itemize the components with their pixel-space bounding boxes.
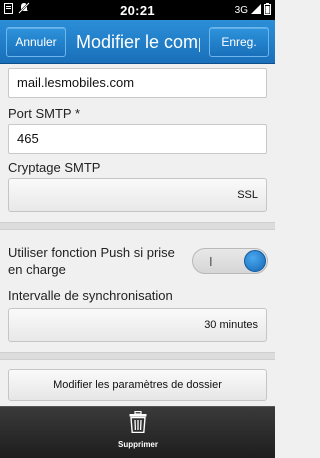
status-right-icons: 3G: [235, 0, 271, 20]
smtp-encryption-dropdown[interactable]: SSL: [8, 178, 267, 212]
battery-icon: [264, 2, 271, 18]
action-bar: Supprimer: [0, 406, 275, 458]
save-button[interactable]: Enreg.: [209, 27, 269, 57]
push-label-line1: Utiliser fonction Push si prise: [8, 245, 175, 260]
toggle-on-mark: I: [209, 254, 213, 269]
toggle-knob: [244, 250, 266, 272]
delete-label: Supprimer: [117, 440, 158, 449]
page-title: Modifier le comp: [76, 32, 200, 52]
cancel-button[interactable]: Annuler: [6, 27, 66, 57]
smtp-port-label: Port SMTP *: [8, 106, 81, 121]
signal-icon: [251, 3, 261, 17]
push-toggle[interactable]: I: [192, 248, 268, 274]
push-label-line2: en charge: [8, 262, 66, 277]
network-type: 3G: [234, 4, 248, 16]
edit-folder-settings-button[interactable]: Modifier les paramètres de dossier: [8, 369, 267, 401]
smtp-server-field[interactable]: mail.lesmobiles.com: [8, 68, 267, 98]
delete-button[interactable]: Supprimer: [113, 410, 163, 455]
smtp-port-field[interactable]: 465: [8, 124, 267, 154]
section-divider-2: [0, 352, 275, 360]
title-bar: Annuler Modifier le comp Enreg.: [0, 20, 275, 64]
trash-icon: [129, 410, 147, 438]
smtp-encryption-label: Cryptage SMTP: [8, 160, 101, 175]
sync-interval-dropdown[interactable]: 30 minutes: [8, 308, 267, 342]
sync-interval-label: Intervalle de synchronisation: [8, 288, 173, 303]
section-divider: [0, 222, 275, 230]
status-bar: 20:21 3G: [0, 0, 275, 20]
